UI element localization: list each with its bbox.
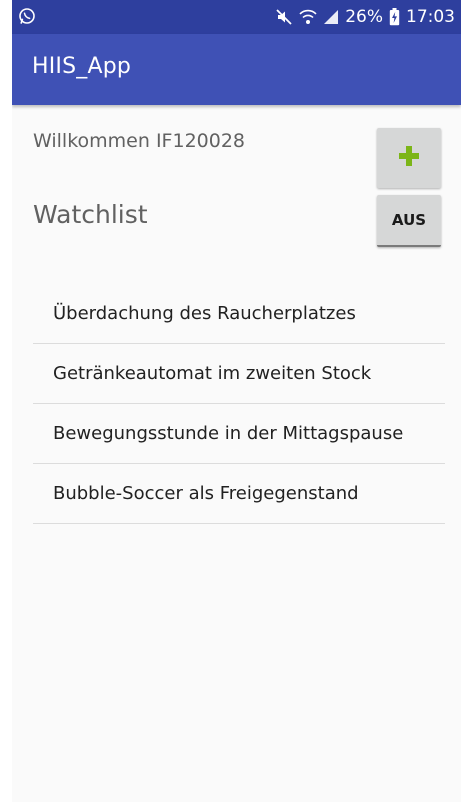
- add-button[interactable]: [377, 128, 441, 188]
- whatsapp-icon: [18, 7, 36, 25]
- battery-percent: 26%: [345, 7, 383, 27]
- clock: 17:03: [406, 7, 455, 27]
- wifi-icon: [299, 8, 317, 26]
- list-item[interactable]: Bubble-Soccer als Freigegenstand: [33, 464, 445, 524]
- off-button[interactable]: AUS: [377, 195, 441, 247]
- app-title: HIIS_App: [32, 54, 132, 79]
- signal-icon: [323, 9, 339, 25]
- list-item[interactable]: Getränkeautomat im zweiten Stock: [33, 344, 445, 404]
- list-item[interactable]: Überdachung des Raucherplatzes: [33, 284, 445, 344]
- app-screen: 26% 17:03 HIIS_App Willkommen IF120028 W…: [12, 0, 461, 802]
- app-bar: HIIS_App: [12, 34, 461, 105]
- status-bar: 26% 17:03: [12, 0, 461, 34]
- mute-icon: [275, 8, 293, 26]
- battery-charging-icon: [389, 8, 400, 26]
- welcome-text: Willkommen IF120028: [33, 130, 246, 152]
- plus-icon: [398, 145, 420, 172]
- status-indicators: 26% 17:03: [275, 0, 455, 34]
- watchlist-title: Watchlist: [33, 200, 148, 229]
- watchlist: Überdachung des Raucherplatzes Getränkea…: [33, 284, 445, 524]
- list-item[interactable]: Bewegungsstunde in der Mittagspause: [33, 404, 445, 464]
